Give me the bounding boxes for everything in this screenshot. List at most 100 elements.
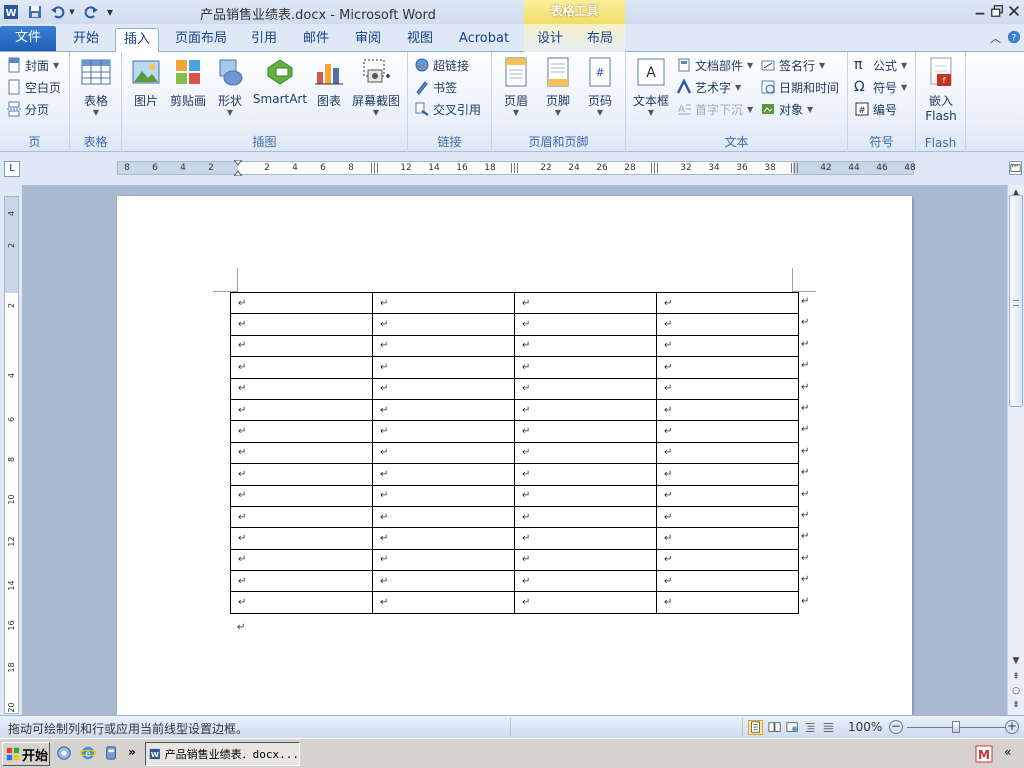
table-cell[interactable]: ↵: [372, 291, 515, 315]
clipart-button[interactable]: 剪贴画: [166, 56, 210, 109]
quick-parts-button[interactable]: 文档部件 ▼: [676, 55, 753, 75]
document-page[interactable]: ↵ ↵ ↵ ↵ ↵ ↵ ↵ ↵ ↵ ↵ ↵ ↵ ↵ ↵ ↵ ↵ ↵ ↵ ↵ ↵ ↵ ↵ ↵ ↵ ↵ ↵ ↵ ↵ ↵ ↵ ↵ ↵ ↵ ↵ ↵ ↵ ↵ ↵ ↵ ↵…: [117, 196, 912, 715]
web-layout-icon[interactable]: [785, 720, 800, 735]
ruler-column-marker[interactable]: [371, 163, 379, 173]
footer-button[interactable]: 页脚 ▼: [536, 56, 580, 117]
minimize-icon[interactable]: [972, 3, 988, 19]
tab-review[interactable]: 审阅: [348, 28, 388, 52]
picture-button[interactable]: 图片: [124, 56, 168, 109]
table-cell[interactable]: ↵: [372, 484, 515, 507]
table-cell[interactable]: ↵: [514, 570, 657, 593]
table-cell[interactable]: ↵: [656, 398, 799, 422]
wordart-button[interactable]: 艺术字 ▼: [676, 77, 741, 97]
table-cell[interactable]: ↵: [656, 420, 799, 443]
table-cell[interactable]: ↵: [514, 356, 657, 379]
tab-design[interactable]: 设计: [530, 28, 570, 52]
table-row[interactable]: ↵ ↵ ↵ ↵: [230, 527, 799, 550]
table-row[interactable]: ↵ ↵ ↵ ↵: [230, 484, 799, 507]
textbox-button[interactable]: A 文本框 ▼: [628, 56, 674, 117]
tab-selector[interactable]: L: [4, 161, 20, 177]
table-row[interactable]: ↵ ↵ ↵ ↵: [230, 570, 799, 593]
header-button[interactable]: 页眉 ▼: [494, 56, 538, 117]
table-cell[interactable]: ↵: [656, 441, 799, 465]
tab-references[interactable]: 引用: [244, 28, 284, 52]
table-cell[interactable]: ↵: [372, 420, 515, 443]
table-cell[interactable]: ↵: [230, 398, 373, 422]
bookmark-button[interactable]: 书签: [414, 77, 457, 97]
close-icon[interactable]: [1006, 3, 1022, 19]
help-icon[interactable]: ?: [1007, 30, 1021, 46]
date-time-button[interactable]: 日期和时间: [760, 77, 839, 97]
table-cell[interactable]: ↵: [230, 570, 373, 593]
signature-line-button[interactable]: 签名行 ▼: [760, 55, 825, 75]
table-cell[interactable]: ↵: [656, 356, 799, 379]
table-cell[interactable]: ↵: [514, 484, 657, 507]
horizontal-ruler[interactable]: 8 6 4 2 2 4 6 8 12 14 16 18 22 24 26 28 32 34 36 38 42 44 46 48: [117, 159, 916, 177]
table-cell[interactable]: ↵: [514, 291, 657, 315]
tab-home[interactable]: 开始: [64, 28, 108, 52]
tab-acrobat[interactable]: Acrobat: [454, 28, 514, 52]
internet-explorer-icon[interactable]: e: [79, 745, 98, 763]
shapes-button[interactable]: 形状 ▼: [208, 56, 252, 117]
table-cell[interactable]: ↵: [656, 313, 799, 336]
table-cell[interactable]: ↵: [372, 334, 515, 358]
table-cell[interactable]: ↵: [230, 356, 373, 379]
page-number-button[interactable]: # 页码 ▼: [578, 56, 622, 117]
table-cell[interactable]: ↵: [514, 313, 657, 336]
vertical-ruler[interactable]: 4 2 2 4 6 8 10 12 14 16 18 20: [4, 196, 19, 714]
table-cell[interactable]: ↵: [230, 591, 373, 614]
outline-view-icon[interactable]: [803, 720, 818, 735]
table-row[interactable]: ↵ ↵ ↵ ↵: [230, 377, 799, 400]
table-cell[interactable]: ↵: [372, 377, 515, 400]
zoom-in-button[interactable]: +: [1005, 720, 1019, 734]
table-cell[interactable]: ↵: [230, 377, 373, 400]
word-app-icon[interactable]: W: [2, 3, 20, 21]
table-cell[interactable]: ↵: [372, 505, 515, 529]
table-cell[interactable]: ↵: [230, 441, 373, 465]
table-row[interactable]: ↵ ↵ ↵ ↵: [230, 313, 799, 336]
table-cell[interactable]: ↵: [230, 334, 373, 358]
quick-launch-overflow-icon[interactable]: »: [128, 745, 146, 763]
show-hidden-icons-icon[interactable]: «: [1004, 745, 1020, 763]
table-cell[interactable]: ↵: [514, 463, 657, 486]
table-cell[interactable]: ↵: [372, 591, 515, 614]
table-row[interactable]: ↵ ↵ ↵ ↵: [230, 463, 799, 486]
table-cell[interactable]: ↵: [514, 334, 657, 358]
table-cell[interactable]: ↵: [656, 291, 799, 315]
scrollbar-thumb[interactable]: [1009, 195, 1023, 407]
tab-file[interactable]: 文件: [0, 26, 56, 51]
table-cell[interactable]: ↵: [514, 398, 657, 422]
blank-page-button[interactable]: 空白页: [6, 77, 61, 97]
smartart-button[interactable]: SmartArt: [252, 56, 308, 106]
table-cell[interactable]: ↵: [514, 591, 657, 614]
table-row[interactable]: ↵ ↵ ↵ ↵: [230, 591, 799, 614]
table-row[interactable]: ↵ ↵ ↵ ↵: [230, 420, 799, 443]
table-button[interactable]: 表格 ▼: [74, 56, 118, 117]
undo-icon[interactable]: [49, 3, 67, 21]
table-cell[interactable]: ↵: [656, 570, 799, 593]
zoom-level[interactable]: 100%: [848, 720, 882, 734]
zoom-out-button[interactable]: −: [889, 720, 903, 734]
cross-reference-button[interactable]: 交叉引用: [414, 99, 481, 119]
restore-icon[interactable]: [989, 3, 1005, 19]
table-row[interactable]: ↵ ↵ ↵ ↵: [230, 291, 799, 315]
ruler-column-marker[interactable]: [791, 163, 799, 173]
table-row[interactable]: ↵ ↵ ↵ ↵: [230, 334, 799, 358]
tab-insert[interactable]: 插入: [115, 28, 159, 53]
table-cell[interactable]: ↵: [656, 527, 799, 550]
chart-button[interactable]: 图表: [307, 56, 351, 109]
equation-button[interactable]: π 公式 ▼: [854, 55, 907, 75]
vertical-scrollbar[interactable]: ▲ ▼ ⇞ ○ ⇟: [1007, 185, 1024, 715]
ruler-column-marker[interactable]: [511, 163, 519, 173]
table-cell[interactable]: ↵: [372, 356, 515, 379]
cover-page-button[interactable]: 封面 ▼: [6, 55, 59, 75]
explorer-icon[interactable]: [56, 745, 74, 763]
page-break-button[interactable]: 分页: [6, 99, 49, 119]
tray-m-icon[interactable]: M: [975, 745, 993, 763]
save-icon[interactable]: [26, 3, 44, 21]
table-cell[interactable]: ↵: [372, 463, 515, 486]
table-cell[interactable]: ↵: [656, 591, 799, 614]
table-cell[interactable]: ↵: [656, 548, 799, 572]
table-cell[interactable]: ↵: [230, 527, 373, 550]
table-cell[interactable]: ↵: [372, 527, 515, 550]
